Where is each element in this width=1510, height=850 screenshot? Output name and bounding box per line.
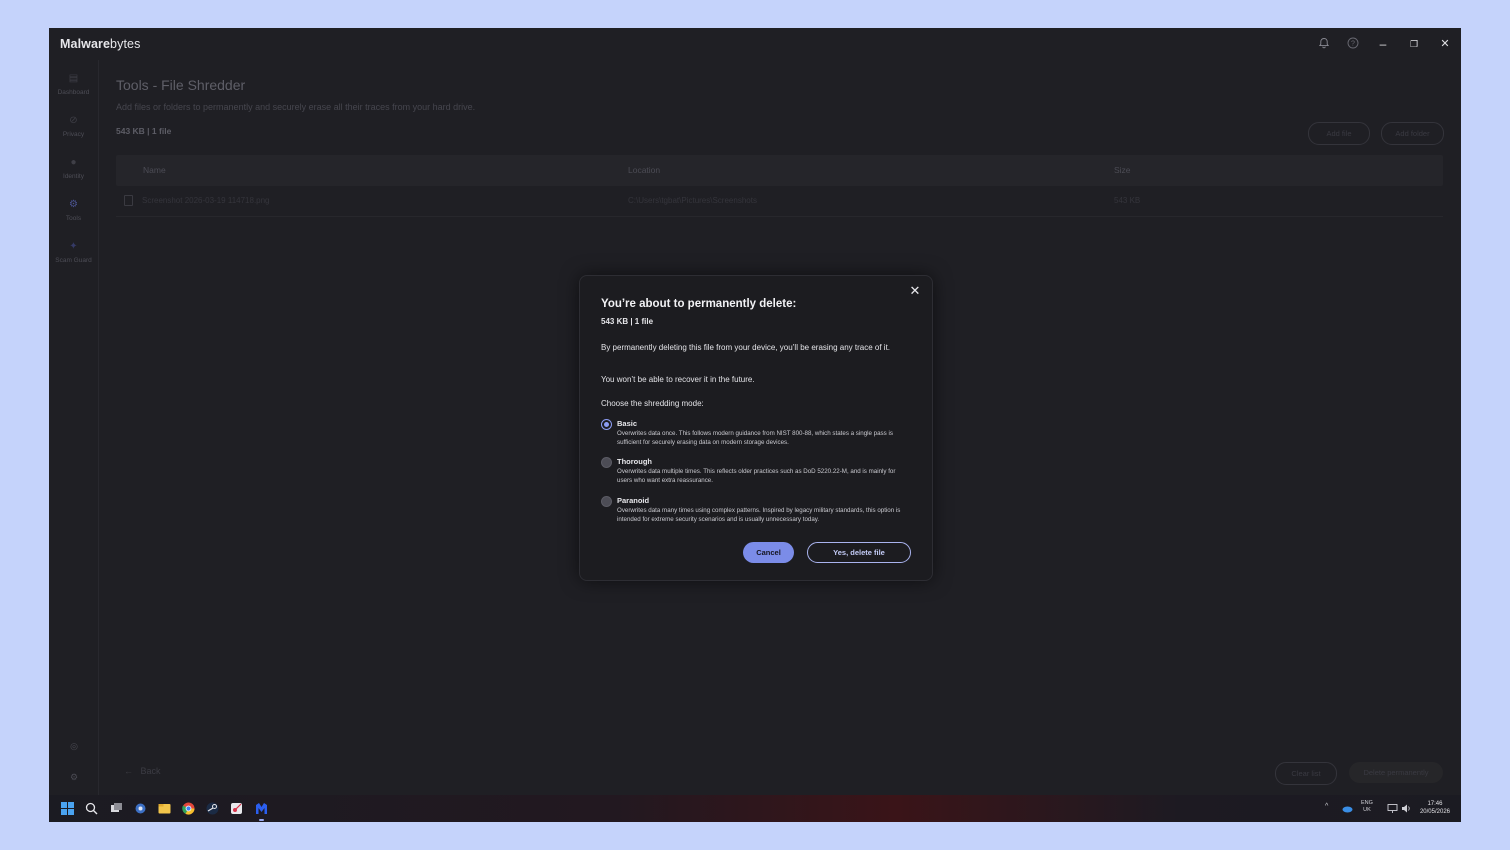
option-description: Overwrites data multiple times. This ref… bbox=[617, 468, 896, 484]
tools-icon: ⚙ bbox=[69, 199, 78, 210]
help-glyph: ? bbox=[1347, 37, 1359, 49]
title-bar: Malwarebytes ? – ❐ ✕ bbox=[49, 28, 1461, 60]
malwarebytes-taskbar-icon[interactable] bbox=[255, 802, 268, 815]
sidebar-item-label: Identity bbox=[63, 173, 84, 180]
file-name: Screenshot 2026-03-19 114718.png bbox=[142, 196, 270, 205]
add-file-button[interactable]: Add file bbox=[1308, 122, 1370, 145]
file-icon bbox=[124, 195, 133, 206]
windows-start-icon[interactable] bbox=[61, 802, 74, 815]
clock[interactable]: 17:46 20/05/2026 bbox=[1420, 800, 1450, 816]
yes-delete-file-button[interactable]: Yes, delete file bbox=[807, 542, 911, 563]
language-region: UK bbox=[1363, 807, 1371, 813]
radio-thorough[interactable] bbox=[601, 457, 612, 468]
sidebar-item-privacy[interactable]: ⊘ Privacy bbox=[49, 114, 98, 138]
option-title: Thorough bbox=[617, 457, 652, 466]
file-size: 543 KB bbox=[1114, 196, 1141, 205]
add-folder-button[interactable]: Add folder bbox=[1381, 122, 1444, 145]
radio-basic[interactable] bbox=[601, 419, 612, 430]
clock-date: 20/05/2026 bbox=[1419, 809, 1450, 815]
sidebar-item-identity[interactable]: ● Identity bbox=[49, 156, 98, 180]
column-header-name: Name bbox=[143, 165, 166, 175]
dashboard-icon: ▤ bbox=[68, 73, 79, 84]
logo-text: bytes bbox=[110, 37, 141, 51]
option-description: Overwrites data many times using complex… bbox=[617, 507, 901, 523]
dialog-recover-text: You won’t be able to recover it in the f… bbox=[601, 375, 755, 384]
chrome-icon[interactable] bbox=[182, 802, 195, 815]
svg-text:?: ? bbox=[1351, 41, 1355, 48]
steam-icon[interactable] bbox=[206, 802, 219, 815]
column-header-size: Size bbox=[1114, 165, 1131, 175]
sidebar-item-label: Scam Guard bbox=[55, 257, 92, 264]
option-title: Paranoid bbox=[617, 496, 650, 505]
logo-text-bold: alware bbox=[70, 37, 111, 51]
onedrive-icon[interactable] bbox=[1342, 803, 1353, 814]
search-icon[interactable] bbox=[85, 802, 98, 815]
back-button[interactable]: ← Back bbox=[124, 766, 161, 776]
language-code: ENG bbox=[1361, 800, 1373, 806]
network-icon[interactable] bbox=[1387, 803, 1398, 814]
sidebar-item-label: Dashboard bbox=[57, 89, 90, 96]
sidebar-item-label: Tools bbox=[65, 215, 82, 222]
shredding-mode-label: Choose the shredding mode: bbox=[601, 399, 704, 408]
bell-glyph bbox=[1318, 38, 1330, 49]
language-indicator[interactable]: ENG UK bbox=[1361, 800, 1373, 814]
file-explorer-icon[interactable] bbox=[158, 802, 171, 815]
taskbar: ^ ENG UK 17:46 20/05/2026 bbox=[49, 795, 1461, 822]
table-header: Name Location Size bbox=[116, 155, 1443, 186]
scam-guard-icon: ✦ bbox=[69, 241, 78, 252]
dialog-title: You’re about to permanently delete: bbox=[601, 298, 797, 310]
column-header-location: Location bbox=[628, 165, 661, 175]
clear-list-button[interactable]: Clear list bbox=[1275, 762, 1337, 785]
radio-paranoid[interactable] bbox=[601, 496, 612, 507]
snipping-tool-icon[interactable] bbox=[230, 802, 243, 815]
help-icon[interactable]: ? bbox=[1346, 37, 1360, 51]
logo-mark: M bbox=[60, 37, 71, 51]
sidebar-item-label: Privacy bbox=[62, 131, 85, 138]
close-icon[interactable]: ✕ bbox=[908, 284, 922, 298]
option-description: Overwrites data once. This follows moder… bbox=[617, 430, 893, 446]
back-label: Back bbox=[140, 766, 161, 776]
active-app-indicator bbox=[259, 819, 264, 821]
app-logo: Malwarebytes bbox=[60, 37, 140, 51]
bell-icon[interactable] bbox=[1317, 37, 1331, 51]
dialog-warning-text: By permanently deleting this file from y… bbox=[601, 343, 891, 352]
arrow-left-icon: ← bbox=[124, 766, 141, 776]
sidebar-item-scam-guard[interactable]: ✦ Scam Guard bbox=[49, 240, 98, 264]
page-title: Tools - File Shredder bbox=[116, 77, 246, 93]
volume-icon[interactable] bbox=[1401, 803, 1412, 814]
task-view-icon[interactable] bbox=[110, 802, 123, 815]
file-table: Name Location Size Screenshot 2026-03-19… bbox=[116, 155, 1443, 217]
settings-icon[interactable]: ⚙ bbox=[69, 772, 79, 782]
delete-permanently-button[interactable]: Delete permanently bbox=[1349, 762, 1443, 783]
sidebar-item-dashboard[interactable]: ▤ Dashboard bbox=[49, 72, 98, 96]
file-summary: 543 KB | 1 file bbox=[116, 126, 172, 136]
clock-time: 17:46 bbox=[1427, 801, 1443, 807]
cancel-button[interactable]: Cancel bbox=[743, 542, 794, 563]
minimize-button[interactable]: – bbox=[1376, 37, 1390, 51]
tray-overflow-button[interactable]: ^ bbox=[1325, 803, 1328, 810]
close-window-button[interactable]: ✕ bbox=[1438, 37, 1452, 51]
option-title: Basic bbox=[617, 419, 638, 428]
page-subtitle: Add files or folders to permanently and … bbox=[116, 102, 476, 112]
privacy-icon: ⊘ bbox=[69, 115, 78, 126]
sidebar-item-tools[interactable]: ⚙ Tools bbox=[49, 198, 98, 222]
sidebar: ▤ Dashboard ⊘ Privacy ● Identity ⚙ Tools… bbox=[49, 60, 99, 795]
table-row[interactable]: Screenshot 2026-03-19 114718.png C:\User… bbox=[116, 186, 1443, 217]
restore-button[interactable]: ❐ bbox=[1407, 37, 1421, 51]
account-icon[interactable]: ◎ bbox=[69, 741, 79, 751]
delete-confirm-dialog: ✕ You’re about to permanently delete: 54… bbox=[579, 275, 933, 581]
app-window: Malwarebytes ? – ❐ ✕ ▤ Dashboard ⊘ Priva… bbox=[49, 28, 1461, 822]
file-location: C:\Users\tgbat\Pictures\Screenshots bbox=[628, 196, 757, 205]
dialog-file-summary: 543 KB | 1 file bbox=[601, 317, 654, 326]
settings-app-icon[interactable] bbox=[134, 802, 147, 815]
identity-icon: ● bbox=[70, 157, 77, 168]
